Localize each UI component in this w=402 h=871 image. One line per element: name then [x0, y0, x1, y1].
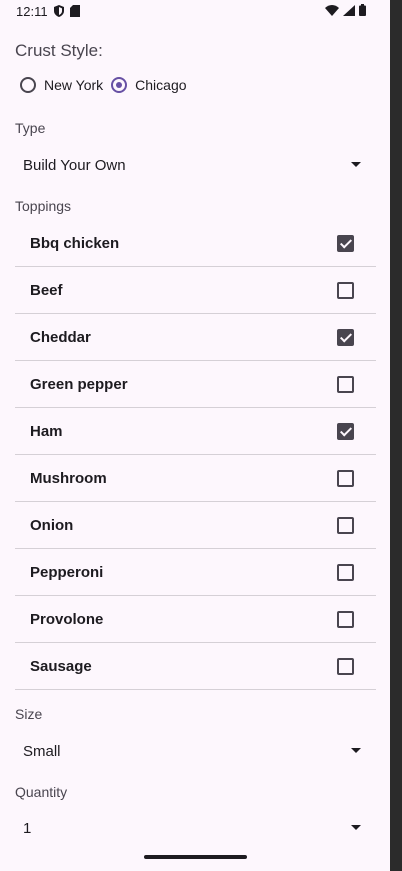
- size-label: Size: [15, 706, 43, 722]
- quantity-value: 1: [23, 819, 32, 837]
- topping-checkbox[interactable]: [337, 470, 354, 487]
- topping-sausage[interactable]: Sausage: [15, 643, 376, 690]
- topping-name: Sausage: [30, 657, 92, 675]
- quantity-label: Quantity: [15, 784, 68, 800]
- topping-bbq-chicken[interactable]: Bbq chicken: [15, 220, 376, 267]
- topping-checkbox[interactable]: [337, 235, 354, 252]
- caret-down-icon: [351, 748, 361, 753]
- size-dropdown[interactable]: Small: [15, 731, 365, 771]
- type-value: Build Your Own: [23, 156, 126, 174]
- crust-style-title: Crust Style:: [15, 41, 103, 60]
- toppings-list: Bbq chicken Beef Cheddar Green pepper Ha…: [15, 220, 376, 690]
- radio-circle[interactable]: [111, 77, 128, 93]
- size-value: Small: [23, 742, 61, 760]
- topping-provolone[interactable]: Provolone: [15, 596, 376, 643]
- topping-checkbox[interactable]: [337, 376, 354, 393]
- topping-cheddar[interactable]: Cheddar: [15, 314, 376, 361]
- radio-circle[interactable]: [20, 77, 36, 93]
- topping-name: Green pepper: [30, 375, 128, 393]
- signal-icon: [343, 4, 355, 16]
- wifi-icon: [325, 4, 339, 16]
- topping-checkbox[interactable]: [337, 282, 354, 299]
- topping-name: Cheddar: [30, 328, 91, 346]
- quantity-dropdown[interactable]: 1: [15, 808, 365, 848]
- type-label: Type: [15, 120, 46, 136]
- battery-icon: [359, 4, 366, 16]
- status-left-icons: [54, 5, 80, 17]
- topping-pepperoni[interactable]: Pepperoni: [15, 549, 376, 596]
- topping-name: Mushroom: [30, 469, 107, 487]
- topping-green-pepper[interactable]: Green pepper: [15, 361, 376, 408]
- home-gesture-bar[interactable]: [144, 855, 247, 859]
- topping-checkbox[interactable]: [337, 611, 354, 628]
- topping-checkbox[interactable]: [337, 517, 354, 534]
- topping-name: Onion: [30, 516, 74, 534]
- right-edge-bar: [390, 0, 402, 871]
- crust-option-new-york[interactable]: New York: [20, 77, 109, 93]
- caret-down-icon: [351, 162, 361, 167]
- status-time: 12:11: [16, 4, 48, 19]
- topping-checkbox[interactable]: [337, 329, 354, 346]
- topping-onion[interactable]: Onion: [15, 502, 376, 549]
- topping-ham[interactable]: Ham: [15, 408, 376, 455]
- topping-checkbox[interactable]: [337, 658, 354, 675]
- topping-beef[interactable]: Beef: [15, 267, 376, 314]
- shield-icon: [54, 5, 64, 17]
- topping-name: Bbq chicken: [30, 234, 120, 252]
- type-dropdown[interactable]: Build Your Own: [15, 145, 365, 185]
- topping-checkbox[interactable]: [337, 423, 354, 440]
- topping-name: Pepperoni: [30, 563, 104, 581]
- crust-option-chicago[interactable]: Chicago: [111, 77, 192, 93]
- sd-card-icon: [70, 5, 80, 17]
- toppings-label: Toppings: [15, 198, 72, 214]
- topping-name: Provolone: [30, 610, 104, 628]
- crust-radio-group: New York Chicago: [20, 77, 195, 93]
- topping-mushroom[interactable]: Mushroom: [15, 455, 376, 502]
- status-right-icons: [325, 4, 366, 16]
- status-bar: 12:11: [0, 0, 390, 24]
- topping-name: Ham: [30, 422, 63, 440]
- topping-checkbox[interactable]: [337, 564, 354, 581]
- radio-label: Chicago: [135, 77, 187, 93]
- caret-down-icon: [351, 825, 361, 830]
- radio-label: New York: [44, 77, 104, 93]
- topping-name: Beef: [30, 281, 63, 299]
